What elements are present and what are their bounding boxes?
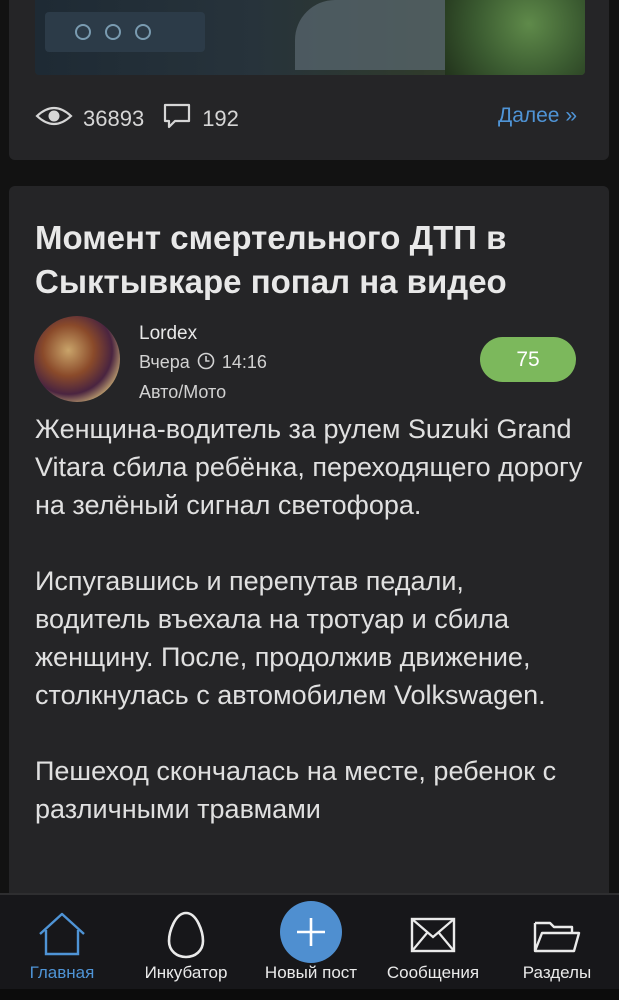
plus-icon (297, 918, 325, 946)
nav-new-post[interactable]: Новый пост (252, 895, 370, 991)
bottom-navigation: Главная Инкубатор Новый пост Сообщения Р… (0, 893, 619, 989)
nav-messages[interactable]: Сообщения (376, 895, 490, 991)
comments-count[interactable]: 192 (202, 106, 239, 132)
read-more-link[interactable]: Далее » (498, 104, 577, 128)
plus-button[interactable] (280, 901, 342, 963)
home-icon (39, 912, 85, 956)
post-stats: 36893 192 (35, 102, 257, 136)
clock-icon (197, 350, 215, 378)
author-name[interactable]: Lordex (139, 320, 267, 348)
envelope-icon (410, 917, 456, 953)
comment-icon (162, 102, 192, 136)
post-time: 14:16 (221, 352, 267, 372)
post-date: Вчера (139, 352, 190, 372)
previous-post-card: 36893 192 Далее » (9, 0, 609, 160)
nav-incubator[interactable]: Инкубатор (130, 895, 242, 991)
nav-sections[interactable]: Разделы (506, 895, 608, 991)
nav-home-label: Главная (29, 963, 95, 982)
system-navigation-bar (0, 989, 619, 1000)
avatar[interactable] (34, 316, 120, 402)
post-image[interactable] (35, 0, 585, 75)
post-paragraph: Испугавшись и перепутав педали, водитель… (35, 566, 546, 710)
nav-incubator-label: Инкубатор (144, 963, 228, 982)
post-title[interactable]: Момент смертельного ДТП в Сыктывкаре поп… (35, 216, 575, 304)
post-meta: Lordex Вчера 14:16 Авто/Мото (139, 320, 267, 406)
nav-sections-label: Разделы (522, 963, 592, 982)
post-card: Момент смертельного ДТП в Сыктывкаре поп… (9, 186, 609, 946)
views-count: 36893 (83, 106, 145, 131)
rating-badge[interactable]: 75 (480, 337, 576, 382)
nav-home[interactable]: Главная (12, 895, 112, 991)
post-paragraph: Пешеход скончалась на месте, ребенок с р… (35, 756, 557, 824)
post-category[interactable]: Авто/Мото (139, 378, 267, 406)
eye-icon (35, 104, 73, 134)
post-paragraph: Женщина-водитель за рулем Suzuki Grand V… (35, 414, 583, 520)
post-body: Женщина-водитель за рулем Suzuki Grand V… (35, 410, 585, 866)
egg-icon (167, 911, 205, 959)
nav-messages-label: Сообщения (386, 963, 480, 982)
folder-icon (533, 921, 581, 953)
nav-new-post-label: Новый пост (264, 963, 358, 982)
